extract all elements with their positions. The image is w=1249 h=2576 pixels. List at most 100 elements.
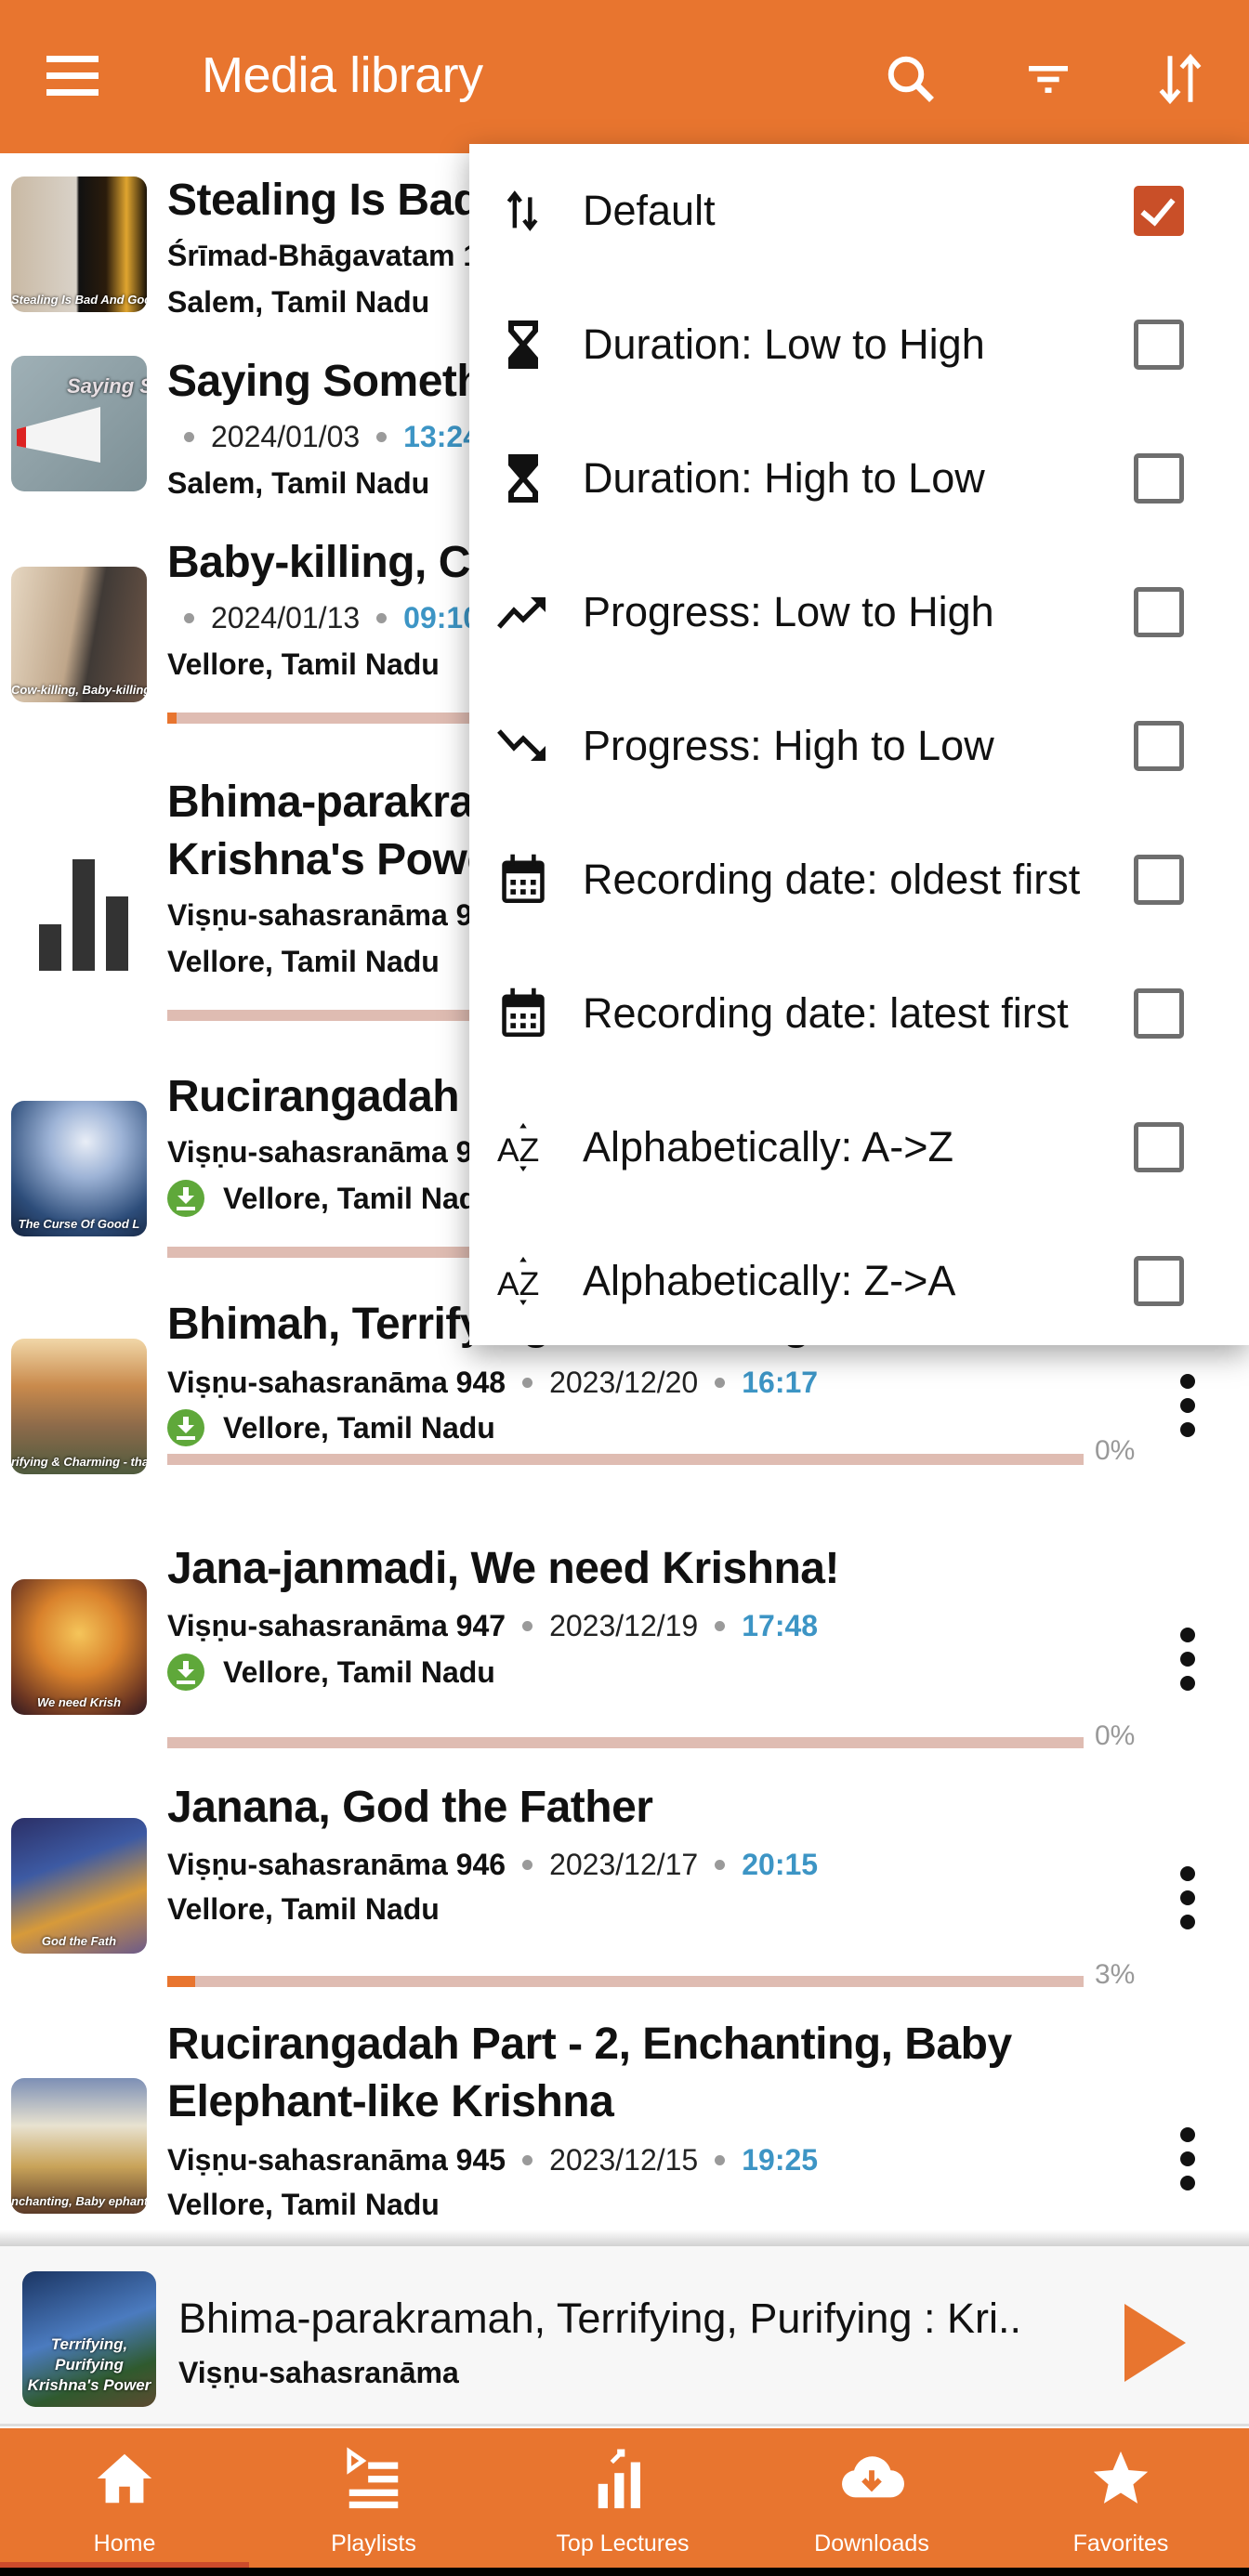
player-subtitle: Viṣṇu-sahasranāma [178, 2356, 459, 2389]
nav-downloads[interactable]: Downloads [747, 2428, 996, 2568]
item-date: 2024/01/13 [211, 601, 361, 634]
thumbnail: Saying Some [11, 356, 147, 491]
item-date: 2023/12/15 [549, 2143, 699, 2177]
item-series: Viṣṇu-sahasranāma 946 [167, 1848, 506, 1881]
progress-percent: 0% [1095, 1720, 1136, 1751]
nav-playlists[interactable]: Playlists [249, 2428, 498, 2568]
sort-option-date-latest[interactable]: Recording date: latest first [469, 947, 1249, 1080]
downloaded-icon [167, 1409, 204, 1446]
thumbnail: God the Fath [11, 1818, 147, 1954]
checkbox[interactable] [1134, 988, 1184, 1039]
hamburger-menu-icon[interactable] [46, 56, 108, 102]
sort-option-progress-asc[interactable]: Progress: Low to High [469, 545, 1249, 679]
item-series: Śrīmad-Bhāgavatam 10 [167, 239, 496, 272]
nav-favorites[interactable]: Favorites [996, 2428, 1245, 2568]
item-duration: 17:48 [742, 1609, 819, 1642]
hourglass-top-icon [497, 452, 549, 504]
item-location: Vellore, Tamil Nadu [167, 647, 440, 681]
item-location: Vellore, Tamil Nadu [167, 945, 440, 978]
mini-player[interactable]: Terrifying, Purifying Krishna's Power Bh… [0, 2246, 1249, 2426]
item-title: Jana-janmadi, We need Krishna! [167, 1544, 839, 1593]
sort-option-date-oldest[interactable]: Recording date: oldest first [469, 813, 1249, 947]
more-options-icon[interactable] [1171, 2127, 1204, 2202]
nav-top-lectures[interactable]: Top Lectures [498, 2428, 747, 2568]
home-icon [0, 2441, 249, 2516]
item-location: Vellore, Tamil Nadu [167, 1180, 495, 1217]
item-location: Salem, Tamil Nadu [167, 466, 430, 500]
checkbox[interactable] [1134, 587, 1184, 637]
nav-home[interactable]: Home [0, 2428, 249, 2568]
more-options-icon[interactable] [1171, 1866, 1204, 1941]
sort-option-duration-desc[interactable]: Duration: High to Low [469, 412, 1249, 545]
calendar-icon [497, 854, 549, 906]
progress-bar [167, 1454, 1084, 1465]
thumbnail: nchanting, Baby ephant-like Krishna [11, 2078, 147, 2214]
trending-up-icon [497, 586, 549, 638]
checkbox[interactable] [1134, 1122, 1184, 1172]
item-duration: 13:24 [403, 420, 480, 453]
sort-option-alpha-asc[interactable]: AZ Alphabetically: A->Z [469, 1080, 1249, 1214]
item-date: 2023/12/17 [549, 1848, 699, 1881]
checkbox[interactable] [1134, 1256, 1184, 1306]
checkbox[interactable] [1134, 186, 1184, 236]
more-options-icon[interactable] [1171, 1374, 1204, 1448]
item-duration: 09:10 [403, 601, 480, 634]
app-bar: Media library [0, 0, 1249, 153]
calendar-icon [497, 987, 549, 1040]
item-series: Viṣṇu-sahasranāma 948 [167, 1366, 506, 1399]
search-icon[interactable] [874, 42, 948, 116]
item-duration: 19:25 [742, 2143, 819, 2177]
item-series: Viṣṇu-sahasranāma 947 [167, 1609, 506, 1642]
trending-bars-icon [498, 2441, 747, 2516]
checkbox[interactable] [1134, 320, 1184, 370]
more-options-icon[interactable] [1171, 1628, 1204, 1702]
svg-text:AZ: AZ [497, 1265, 539, 1302]
progress-percent: 0% [1095, 1435, 1136, 1466]
player-title: Bhima-parakramah, Terrifying, Purifying … [178, 2295, 1021, 2342]
checkbox[interactable] [1134, 721, 1184, 771]
item-location: Salem, Tamil Nadu [167, 285, 430, 319]
page-title: Media library [202, 47, 483, 103]
item-series: Viṣṇu-sahasranāma 94 [167, 1135, 490, 1169]
item-location: Vellore, Tamil Nadu [167, 1892, 440, 1926]
thumbnail: Cow-killing, Baby-killing [11, 567, 147, 702]
filter-icon[interactable] [1011, 42, 1085, 116]
sort-option-progress-desc[interactable]: Progress: High to Low [469, 679, 1249, 813]
playlist-icon [249, 2441, 498, 2516]
sort-alpha-icon: AZ [497, 1121, 549, 1173]
hourglass-bottom-icon [497, 319, 549, 371]
sort-option-alpha-desc[interactable]: AZ Alphabetically: Z->A [469, 1214, 1249, 1348]
sort-option-default[interactable]: Default [469, 144, 1249, 278]
sort-menu: Default Duration: Low to High Duration: … [469, 144, 1249, 1345]
trending-down-icon [497, 720, 549, 772]
item-date: 2024/01/03 [211, 420, 361, 453]
checkbox[interactable] [1134, 453, 1184, 503]
item-date: 2023/12/19 [549, 1609, 699, 1642]
item-series: Viṣṇu-sahasranāma 945 [167, 2143, 506, 2177]
item-location: Vellore, Tamil Nadu [167, 2188, 440, 2221]
downloaded-icon [167, 1654, 204, 1691]
item-date: 2023/12/20 [549, 1366, 699, 1399]
checkbox[interactable] [1134, 855, 1184, 905]
svg-text:AZ: AZ [497, 1131, 539, 1169]
thumbnail: rifying & Charming - that's [11, 1339, 147, 1474]
play-icon[interactable] [1124, 2304, 1186, 2382]
now-playing-equalizer-icon [37, 850, 130, 971]
system-navigation-bar [0, 2568, 1249, 2576]
item-location: Vellore, Tamil Nadu [167, 1654, 495, 1691]
sort-option-duration-asc[interactable]: Duration: Low to High [469, 278, 1249, 412]
item-title: Janana, God the Father [167, 1783, 653, 1832]
item-duration: 20:15 [742, 1848, 819, 1881]
sort-alpha-icon: AZ [497, 1255, 549, 1307]
progress-bar [167, 1737, 1084, 1748]
progress-bar [167, 1976, 1084, 1987]
item-location: Vellore, Tamil Nadu [167, 1409, 495, 1446]
cloud-download-icon [747, 2441, 996, 2516]
bottom-navigation: Home Playlists Top Lectures Downloads Fa… [0, 2428, 1249, 2568]
player-thumbnail: Terrifying, Purifying Krishna's Power [22, 2271, 156, 2407]
item-series: Viṣṇu-sahasranāma 949 [167, 898, 506, 932]
sort-icon[interactable] [1143, 42, 1217, 116]
thumbnail: The Curse Of Good L [11, 1101, 147, 1236]
megaphone-graphic [17, 407, 100, 463]
sort-default-icon [497, 185, 549, 237]
